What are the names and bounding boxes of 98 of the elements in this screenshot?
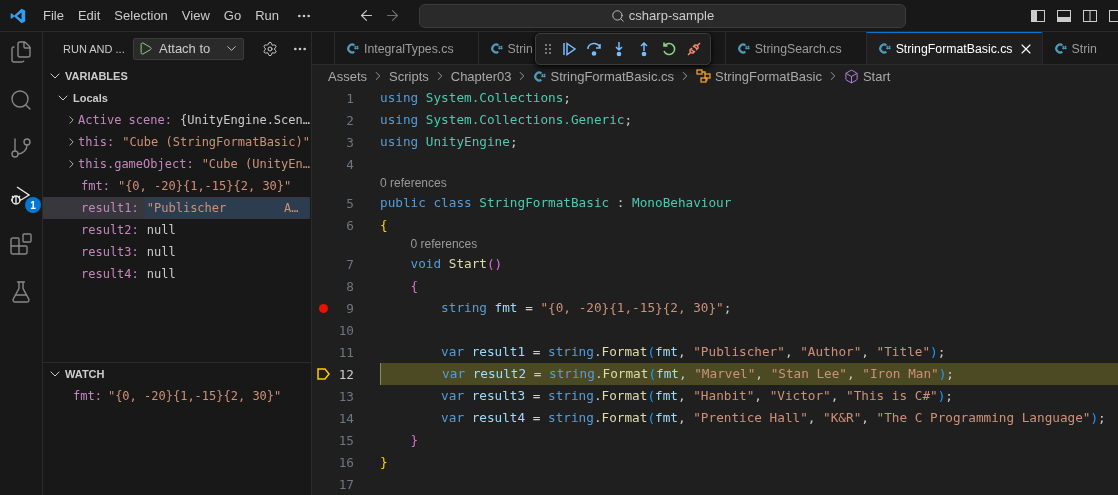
breadcrumb-item[interactable]: Chapter03 [450, 68, 512, 84]
line-number: 17 [337, 476, 354, 492]
breadcrumb-item[interactable]: Start [862, 68, 891, 84]
code-line: { [409, 277, 420, 295]
cube-icon [843, 68, 859, 84]
variable-value: "Cube (UnityEn… [200, 156, 310, 173]
line-number: 2 [345, 112, 354, 128]
variable-name: result3: [81, 245, 139, 259]
code-line: using System.Collections; [380, 89, 572, 107]
step-over-icon[interactable] [585, 41, 602, 57]
code-line: string fmt = "{0, -20}{1,-15}{2, 30}"; [440, 299, 733, 317]
class-icon [696, 69, 711, 83]
variable-value: null [145, 222, 177, 239]
line-number: 11 [337, 344, 354, 360]
grip-icon[interactable] [543, 43, 552, 55]
file-type-icon [533, 69, 547, 83]
run-debug-icon[interactable] [9, 184, 33, 208]
file-type-icon [489, 42, 503, 55]
breadcrumb-item[interactable]: Assets [328, 68, 367, 84]
editor-tab[interactable]: StringFormatBasic.cs [865, 32, 1042, 64]
menu-item[interactable]: Run [248, 6, 286, 25]
variable-name: result2: [81, 223, 139, 237]
variable-name: Active scene: [78, 113, 172, 127]
breadcrumb-item[interactable]: StringFormatBasic.cs [550, 68, 674, 84]
settings-icon[interactable] [262, 40, 278, 57]
editor-tab[interactable]: Strin [477, 32, 533, 64]
continue-icon[interactable] [560, 41, 577, 57]
breadcrumb-item[interactable]: Scripts [389, 68, 429, 84]
variable-name: fmt: [73, 389, 102, 403]
extensions-icon[interactable] [9, 232, 33, 256]
variable-value: null [145, 244, 177, 261]
line-number: 9 [345, 300, 354, 316]
line-number: 14 [337, 410, 354, 426]
menu-item[interactable]: File [36, 6, 71, 25]
file-type-icon [736, 42, 750, 55]
variable-name: result1: [81, 201, 139, 215]
app-logo-icon [10, 7, 26, 24]
flask-icon[interactable] [9, 280, 33, 304]
line-number: 13 [337, 388, 354, 404]
menu-item[interactable]: View [174, 6, 217, 25]
variable-name: this.gameObject: [78, 157, 194, 171]
code-line: var result4 = string.Format(fmt, "Prentice Hall", "K&R", "The C Programming Language"); [440, 409, 1107, 427]
line-number: 1 [345, 90, 354, 106]
variable-value: "{0, -20}{1,-15}{2, 30}" [116, 178, 293, 195]
line-number: 12 [337, 366, 354, 382]
branch-icon[interactable] [9, 136, 33, 160]
search-field[interactable]: csharp-sample [419, 3, 906, 28]
variable-value: null [145, 266, 177, 283]
file-type-icon [1053, 42, 1067, 55]
line-number: 15 [337, 432, 354, 448]
line-number: 6 [345, 217, 354, 233]
variable-value: "{0, -20}{1,-15}{2, 30}" [107, 389, 282, 403]
code-line: var result3 = string.Format(fmt, "Hanbit", "Victor", "This is C#"); [440, 387, 954, 405]
panel-title: RUN AND ... [63, 42, 125, 55]
menu-item[interactable]: Go [216, 6, 249, 25]
launch-config-dropdown[interactable]: Attach to [133, 37, 244, 60]
code-line: { [380, 216, 389, 234]
code-line: } [409, 431, 420, 449]
variable-value: "Cube (StringFormatBasic)" [121, 134, 310, 151]
panel-layout-icon[interactable] [1056, 7, 1072, 24]
split-layout-icon[interactable] [1082, 7, 1098, 24]
variable-name: fmt: [81, 179, 110, 193]
play-icon[interactable] [138, 41, 153, 56]
section-title[interactable]: VARIABLES [65, 70, 128, 82]
code-line: public class StringFormatBasic : MonoBehaviour [380, 194, 733, 212]
line-number: 3 [345, 134, 354, 150]
breakpoint-dot[interactable] [318, 303, 328, 313]
sidebar-layout-icon[interactable] [1030, 7, 1046, 24]
variable-value: {UnityEngine.Scen… [178, 112, 310, 129]
section-title[interactable]: WATCH [65, 368, 105, 380]
count-badge: 1 [25, 197, 41, 213]
code-line: void Start() [409, 255, 504, 273]
line-number: 16 [337, 454, 354, 470]
code-line: } [380, 453, 389, 471]
file-type-icon [877, 42, 891, 55]
disconnect-icon[interactable] [685, 41, 702, 57]
variable-name: result4: [81, 267, 139, 281]
search-icon[interactable] [9, 88, 33, 112]
codelens-text[interactable]: 0 references [410, 236, 478, 253]
codelens-text[interactable]: 0 references [380, 175, 447, 192]
line-number: 8 [345, 278, 354, 294]
line-number: 10 [337, 322, 354, 338]
breadcrumb-item[interactable]: StringFormatBasic [715, 68, 822, 84]
menu-item[interactable]: Edit [70, 6, 108, 25]
code-line: using UnityEngine; [380, 133, 519, 151]
code-line: var result1 = string.Format(fmt, "Publischer", "Author", "Title"); [440, 343, 947, 361]
line-number: 4 [345, 156, 354, 172]
file-type-icon [346, 42, 359, 55]
scope-label[interactable]: Locals [73, 92, 108, 104]
explorer-icon[interactable] [9, 40, 33, 64]
restart-icon[interactable] [660, 41, 677, 57]
search-icon [610, 8, 625, 23]
variable-value-field[interactable]: "Publischer A… [144, 198, 310, 218]
code-line: using System.Collections.Generic; [380, 111, 634, 129]
menu-item[interactable]: Selection [107, 6, 175, 25]
variable-name: this: [78, 135, 115, 149]
line-number: 7 [345, 256, 354, 272]
line-number: 5 [345, 195, 354, 211]
